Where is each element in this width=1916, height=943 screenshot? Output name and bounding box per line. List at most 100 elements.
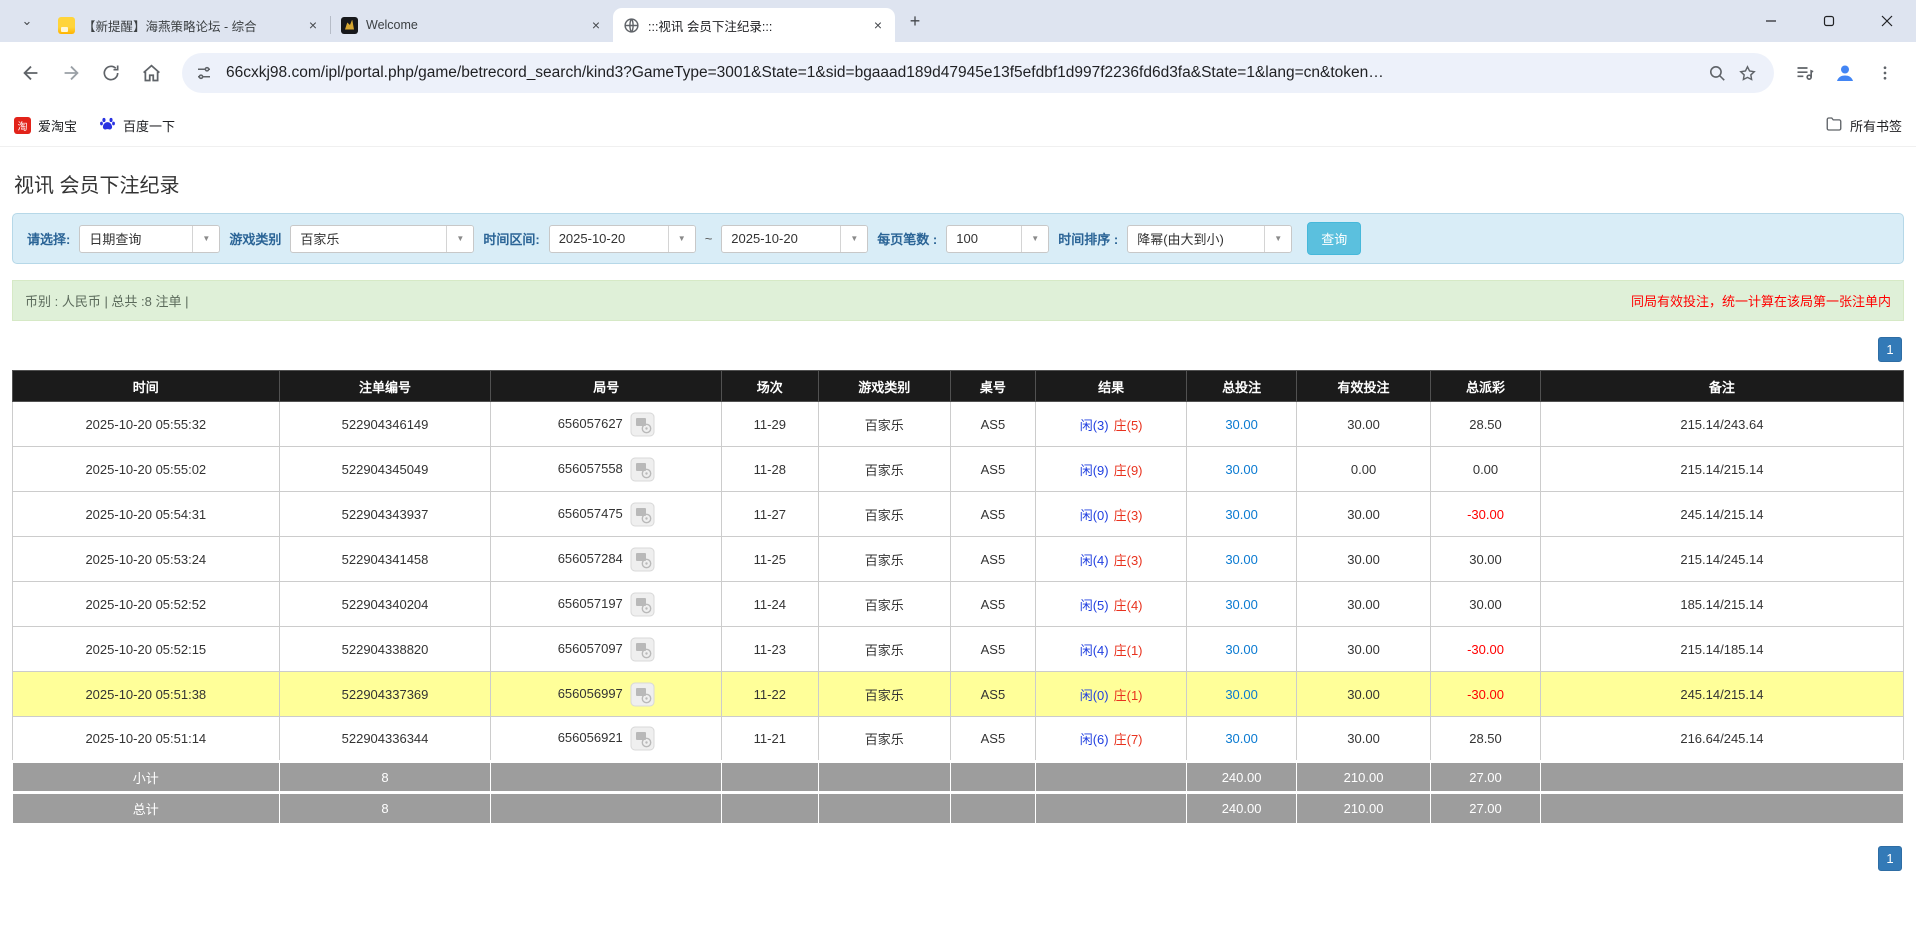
chevron-down-icon[interactable]: ▼ bbox=[1264, 226, 1291, 252]
game-type-dropdown[interactable]: 百家乐 ▼ bbox=[290, 225, 474, 253]
sum-payout: 27.00 bbox=[1431, 793, 1541, 824]
chevron-down-icon[interactable]: ▼ bbox=[1021, 226, 1048, 252]
url-text[interactable]: 66cxkj98.com/ipl/portal.php/game/betreco… bbox=[220, 64, 1702, 82]
round-number: 656057475 bbox=[558, 505, 623, 520]
zoom-icon[interactable] bbox=[1702, 58, 1732, 88]
col-valid-bet: 有效投注 bbox=[1296, 371, 1430, 402]
chevron-down-icon[interactable]: ▼ bbox=[668, 226, 695, 252]
col-session: 场次 bbox=[722, 371, 818, 402]
col-payout: 总派彩 bbox=[1431, 371, 1541, 402]
video-replay-icon[interactable] bbox=[630, 457, 655, 482]
cell-payout: -30.00 bbox=[1431, 492, 1541, 537]
page-size-label: 每页笔数 : bbox=[877, 229, 937, 248]
round-number: 656056921 bbox=[558, 730, 623, 745]
cell-valid-bet: 30.00 bbox=[1296, 537, 1430, 582]
video-replay-icon[interactable] bbox=[630, 682, 655, 707]
tab-bet-records[interactable]: :::视讯 会员下注纪录::: × bbox=[613, 8, 895, 42]
page-number-button[interactable]: 1 bbox=[1878, 846, 1902, 871]
chevron-down-icon[interactable]: ▼ bbox=[840, 226, 867, 252]
cell-result: 闲(9)庄(9) bbox=[1035, 447, 1186, 492]
video-replay-icon[interactable] bbox=[630, 502, 655, 527]
tab-title: 【新提醒】海燕策略论坛 - 综合 bbox=[83, 16, 296, 35]
cell-bet-id: 522904337369 bbox=[279, 672, 491, 717]
total-bet-link[interactable]: 30.00 bbox=[1225, 731, 1258, 746]
globe-icon bbox=[623, 17, 640, 34]
sum-empty bbox=[722, 793, 818, 824]
sort-dropdown[interactable]: 降幂(由大到小) ▼ bbox=[1127, 225, 1292, 253]
query-type-value: 日期查询 bbox=[80, 226, 192, 252]
date-to-dropdown[interactable]: 2025-10-20 ▼ bbox=[721, 225, 868, 253]
kebab-menu-icon[interactable] bbox=[1868, 56, 1902, 90]
cell-round: 656056921 bbox=[491, 717, 722, 762]
bookmark-aitaobao[interactable]: 淘 爱淘宝 bbox=[14, 116, 77, 135]
cell-total-bet: 30.00 bbox=[1187, 537, 1297, 582]
video-replay-icon[interactable] bbox=[630, 547, 655, 572]
video-replay-icon[interactable] bbox=[630, 637, 655, 662]
forward-icon[interactable] bbox=[54, 56, 88, 90]
tab-close-icon[interactable]: × bbox=[587, 16, 605, 34]
video-replay-icon[interactable] bbox=[630, 592, 655, 617]
page-size-dropdown[interactable]: 100 ▼ bbox=[946, 225, 1049, 253]
close-icon[interactable] bbox=[1858, 0, 1916, 42]
url-bar[interactable]: 66cxkj98.com/ipl/portal.php/game/betreco… bbox=[182, 53, 1774, 93]
page-size-value: 100 bbox=[947, 226, 1021, 252]
video-replay-icon[interactable] bbox=[630, 412, 655, 437]
cell-result: 闲(5)庄(4) bbox=[1035, 582, 1186, 627]
date-to-value: 2025-10-20 bbox=[722, 226, 840, 252]
cell-round: 656057627 bbox=[491, 402, 722, 447]
new-tab-button[interactable]: + bbox=[901, 7, 929, 35]
total-bet-link[interactable]: 30.00 bbox=[1225, 507, 1258, 522]
table-row: 2025-10-20 05:52:52522904340204656057197… bbox=[13, 582, 1904, 627]
video-replay-icon[interactable] bbox=[630, 726, 655, 751]
total-bet-link[interactable]: 30.00 bbox=[1225, 462, 1258, 477]
total-bet-link[interactable]: 30.00 bbox=[1225, 597, 1258, 612]
total-bet-link[interactable]: 30.00 bbox=[1225, 417, 1258, 432]
tab-close-icon[interactable]: × bbox=[869, 16, 887, 34]
table-header-row: 时间 注单编号 局号 场次 游戏类别 桌号 结果 总投注 有效投注 总派彩 备注 bbox=[13, 371, 1904, 402]
reload-icon[interactable] bbox=[94, 56, 128, 90]
cell-round: 656056997 bbox=[491, 672, 722, 717]
star-icon[interactable] bbox=[1732, 58, 1762, 88]
all-bookmarks-label: 所有书签 bbox=[1850, 116, 1902, 135]
search-button[interactable]: 查询 bbox=[1307, 222, 1361, 255]
home-icon[interactable] bbox=[134, 56, 168, 90]
sum-empty bbox=[491, 762, 722, 793]
tab-welcome[interactable]: Welcome × bbox=[331, 8, 613, 42]
result-banker: 庄(4) bbox=[1114, 598, 1143, 613]
cell-table-no: AS5 bbox=[950, 717, 1035, 762]
currency-summary: 币别 : 人民币 | 总共 :8 注单 | bbox=[25, 291, 189, 310]
minimize-icon[interactable] bbox=[1742, 0, 1800, 42]
total-bet-link[interactable]: 30.00 bbox=[1225, 552, 1258, 567]
sum-valid-bet: 210.00 bbox=[1296, 762, 1430, 793]
media-playlist-icon[interactable] bbox=[1788, 56, 1822, 90]
tab-search-chevron-icon[interactable]: ⌄ bbox=[12, 6, 42, 36]
tab-forum[interactable]: 【新提醒】海燕策略论坛 - 综合 × bbox=[48, 8, 330, 42]
cell-game-type: 百家乐 bbox=[818, 717, 950, 762]
page-number-button[interactable]: 1 bbox=[1878, 337, 1902, 362]
query-type-dropdown[interactable]: 日期查询 ▼ bbox=[79, 225, 220, 253]
sum-empty bbox=[722, 762, 818, 793]
total-bet-link[interactable]: 30.00 bbox=[1225, 642, 1258, 657]
cell-game-type: 百家乐 bbox=[818, 582, 950, 627]
round-number: 656057197 bbox=[558, 595, 623, 610]
round-number: 656057097 bbox=[558, 640, 623, 655]
cell-time: 2025-10-20 05:55:02 bbox=[13, 447, 280, 492]
profile-icon[interactable] bbox=[1828, 56, 1862, 90]
tune-icon[interactable] bbox=[188, 57, 220, 89]
maximize-icon[interactable] bbox=[1800, 0, 1858, 42]
taobao-icon: 淘 bbox=[14, 117, 31, 134]
result-player: 闲(9) bbox=[1080, 463, 1109, 478]
total-bet-link[interactable]: 30.00 bbox=[1225, 687, 1258, 702]
bookmark-baidu[interactable]: 百度一下 bbox=[99, 115, 175, 135]
tab-close-icon[interactable]: × bbox=[304, 16, 322, 34]
cell-round: 656057197 bbox=[491, 582, 722, 627]
all-bookmarks-button[interactable]: 所有书签 bbox=[1825, 115, 1902, 136]
chevron-down-icon[interactable]: ▼ bbox=[192, 226, 219, 252]
back-icon[interactable] bbox=[14, 56, 48, 90]
subtotal-row: 小计8240.00210.0027.00 bbox=[13, 762, 1904, 793]
sum-empty bbox=[1540, 793, 1903, 824]
date-from-dropdown[interactable]: 2025-10-20 ▼ bbox=[549, 225, 696, 253]
cell-total-bet: 30.00 bbox=[1187, 402, 1297, 447]
chevron-down-icon[interactable]: ▼ bbox=[446, 226, 473, 252]
cell-result: 闲(4)庄(3) bbox=[1035, 537, 1186, 582]
